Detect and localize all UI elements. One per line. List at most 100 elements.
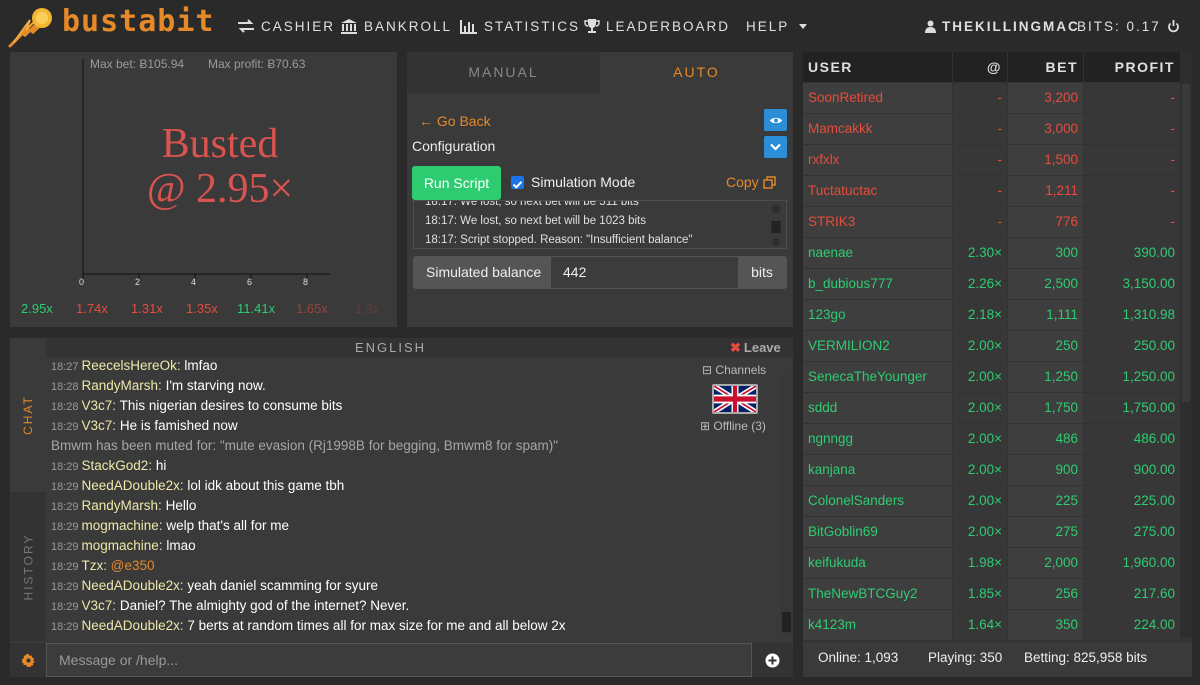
chat-message: 18:27 ReecelsHereOk: lmfao (51, 358, 217, 373)
chat-side-tabs: CHAT HISTORY (10, 338, 46, 641)
nav-cashier[interactable]: CASHIER (237, 16, 335, 36)
tab-manual[interactable]: MANUAL (407, 52, 600, 93)
copy-log-button[interactable]: Copy (726, 174, 776, 190)
chat-time: 18:29 (51, 561, 79, 573)
table-row: STRIK3-776- (803, 207, 1180, 238)
table-row: TheNewBTCGuy2 1.85× 256 217.60 (803, 579, 1180, 610)
history-item[interactable]: 2.95x (21, 301, 53, 316)
player-cashout: 2.30× (953, 238, 1007, 268)
top-bar: bustabit CASHIER BANKROLL STATISTICS LEA… (0, 0, 1200, 52)
chat-username[interactable]: Tzx: (82, 558, 108, 573)
offline-toggle[interactable]: ⊞ Offline (3) (700, 419, 766, 433)
send-message-button[interactable] (752, 643, 793, 677)
chat-username[interactable]: V3c7: (82, 598, 117, 613)
player-bet: 275 (1008, 517, 1083, 547)
chat-username[interactable]: StackGod2: (82, 458, 153, 473)
expand-config-button[interactable] (764, 136, 787, 158)
player-username[interactable]: SenecaTheYounger (803, 362, 952, 392)
chat-message: 18:29 NeedADouble2x: lol idk about this g… (51, 478, 344, 493)
player-username[interactable]: k4123m (803, 610, 952, 640)
simulated-balance-group: Simulated balance bits (413, 256, 787, 289)
configuration-label: Configuration (412, 138, 496, 154)
uk-flag-icon[interactable] (712, 384, 758, 414)
table-scroll-thumb[interactable] (1182, 84, 1190, 402)
chat-username[interactable]: mogmachine: (82, 518, 163, 533)
chat-username[interactable]: NeedADouble2x: (82, 578, 184, 593)
game-history-strip: 2.95x 1.74x 1.31x 1.35x 11.41x 1.65x 1.3… (20, 301, 390, 321)
player-username[interactable]: ngnngg (803, 424, 952, 454)
chat-username[interactable]: V3c7: (82, 398, 117, 413)
chat-username[interactable]: V3c7: (82, 418, 117, 433)
table-row: Mamcakkk -3,000- (803, 114, 1180, 145)
script-log[interactable]: 18:17: We lost, so next bet will be 511 … (413, 200, 787, 249)
chat-username[interactable]: NeedADouble2x: (82, 618, 184, 633)
player-username[interactable]: rxfxlx (803, 145, 952, 175)
history-item[interactable]: 1.35x (186, 301, 218, 316)
player-username[interactable]: Mamcakkk (803, 114, 952, 144)
chat-username[interactable]: RandyMarsh: (82, 498, 162, 513)
history-item[interactable]: 1.74x (76, 301, 108, 316)
logout-button[interactable] (1167, 16, 1180, 36)
bustabit-logo-icon[interactable] (8, 6, 54, 48)
chat-username[interactable]: RandyMarsh: (82, 378, 162, 393)
user-icon (925, 20, 936, 33)
chat-settings-button[interactable] (10, 643, 46, 677)
nav-leaderboard[interactable]: LEADERBOARD (584, 16, 730, 36)
history-item[interactable]: 1.31x (131, 301, 163, 316)
player-username[interactable]: SoonRetired (803, 83, 952, 113)
simulated-balance-input[interactable] (551, 257, 738, 288)
tab-history[interactable]: HISTORY (10, 492, 46, 641)
chat-message-input[interactable] (46, 643, 752, 677)
tab-auto[interactable]: AUTO (600, 52, 793, 93)
player-username[interactable]: BitGoblin69 (803, 517, 952, 547)
nav-user[interactable]: THEKILLINGMAC (925, 16, 1080, 36)
run-script-button[interactable]: Run Script (412, 166, 501, 200)
log-scrollbar[interactable] (771, 204, 781, 246)
player-username[interactable]: keifukuda (803, 548, 952, 578)
chat-username[interactable]: NeedADouble2x: (82, 478, 184, 493)
player-username[interactable]: 123go (803, 300, 952, 330)
history-item[interactable]: 1.3x (355, 301, 380, 316)
go-back-link[interactable]: ← Go Back (419, 113, 491, 129)
nav-help-dropdown[interactable]: HELP (746, 16, 808, 36)
view-script-button[interactable] (764, 109, 787, 131)
player-username[interactable]: kanjana (803, 455, 952, 485)
chat-username[interactable]: ReecelsHereOk: (82, 358, 181, 373)
chat-message: 18:28 RandyMarsh: I'm starving now. (51, 378, 266, 393)
table-scrollbar[interactable] (1180, 52, 1192, 637)
player-username[interactable]: VERMILION2 (803, 331, 952, 361)
player-profit: 225.00 (1084, 486, 1180, 516)
app-logo-text[interactable]: bustabit (62, 4, 215, 39)
player-username[interactable]: sddd (803, 393, 952, 423)
chat-username[interactable]: mogmachine: (82, 538, 163, 553)
simulation-mode-checkbox[interactable] (511, 176, 524, 189)
nav-bankroll-label: BANKROLL (364, 18, 453, 34)
chat-time: 18:28 (51, 401, 79, 413)
game-graph-panel: 0 2 4 6 8 Max bet: Ƀ105.94 Max profit: Ƀ… (10, 52, 397, 327)
trophy-icon (584, 19, 600, 33)
nav-statistics[interactable]: STATISTICS (460, 16, 580, 36)
chat-scroll-thumb[interactable] (782, 612, 791, 632)
player-profit: - (1084, 83, 1180, 113)
player-username[interactable]: TheNewBTCGuy2 (803, 579, 952, 609)
channels-toggle[interactable]: ⊟ Channels (702, 363, 766, 377)
player-username[interactable]: ColonelSanders (803, 486, 952, 516)
nav-help-label: HELP (746, 18, 790, 34)
player-bet: 3,200 (1008, 83, 1083, 113)
player-username[interactable]: STRIK3 (803, 207, 952, 237)
chat-text: lmao (166, 538, 196, 553)
leave-channel-button[interactable]: ✖ Leave (730, 340, 781, 356)
x-tick-label: 2 (135, 277, 141, 287)
nav-bankroll[interactable]: BANKROLL (340, 16, 452, 36)
history-item[interactable]: 1.65x (296, 301, 328, 316)
history-item[interactable]: 11.41x (237, 301, 275, 316)
tab-chat[interactable]: CHAT (10, 338, 46, 492)
chat-time: 18:27 (51, 361, 79, 373)
chat-mention[interactable]: @e350 (111, 558, 155, 573)
player-cashout: - (953, 207, 1007, 237)
player-username[interactable]: b_dubious777 (803, 269, 952, 299)
player-username[interactable]: Tuctatuctac (803, 176, 952, 206)
chat-scrollbar[interactable] (780, 374, 793, 636)
player-profit: - (1084, 207, 1180, 237)
player-username[interactable]: naenae (803, 238, 952, 268)
